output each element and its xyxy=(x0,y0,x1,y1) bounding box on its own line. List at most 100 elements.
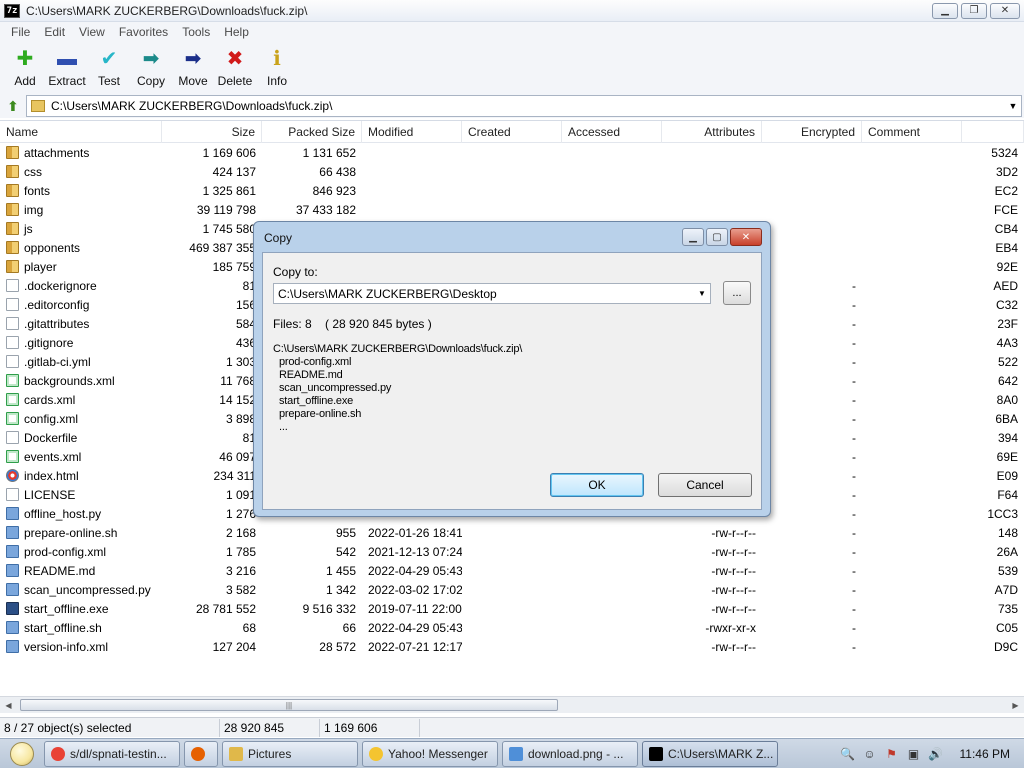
taskbar-button[interactable] xyxy=(184,740,218,767)
column-header-encrypted[interactable]: Encrypted xyxy=(762,120,862,143)
column-header-comment[interactable]: Comment xyxy=(862,120,962,143)
copy-to-value: C:\Users\MARK ZUCKERBERG\Desktop xyxy=(278,286,497,301)
toolbar-move-button[interactable]: ➡ Move xyxy=(172,42,214,94)
ok-button[interactable]: OK xyxy=(550,473,644,497)
script-file-icon xyxy=(6,507,19,520)
horizontal-scrollbar[interactable]: ◀ ||| ▶ xyxy=(0,696,1024,713)
cell-comment xyxy=(862,200,962,219)
window-title: C:\Users\MARK ZUCKERBERG\Downloads\fuck.… xyxy=(26,3,308,18)
cell-size: 1 303 xyxy=(225,354,256,369)
cell-size: 436 xyxy=(235,335,256,350)
toolbar-delete-button[interactable]: ✖ Delete xyxy=(214,42,256,94)
cell-crc: C05 xyxy=(995,620,1018,635)
dialog-close-button[interactable]: ✕ xyxy=(730,228,762,246)
toolbar-test-button[interactable]: ✔ Test xyxy=(88,42,130,94)
cell-comment xyxy=(862,599,962,618)
cancel-button[interactable]: Cancel xyxy=(658,473,752,497)
cell-modified xyxy=(362,162,462,181)
table-row[interactable]: README.md 3 216 1 455 2022-04-29 05:43 -rw-r… xyxy=(0,561,1024,580)
dialog-minimize-button[interactable]: ▁ xyxy=(682,228,704,246)
cell-crc: E09 xyxy=(996,468,1018,483)
network-icon[interactable]: ▣ xyxy=(906,746,922,762)
search-icon[interactable]: 🔍 xyxy=(840,746,856,762)
taskbar-button[interactable]: Pictures xyxy=(222,740,358,767)
column-header-name[interactable]: Name xyxy=(0,120,162,143)
scroll-right-arrow-icon[interactable]: ▶ xyxy=(1007,697,1024,713)
taskbar-button[interactable]: Yahoo! Messenger xyxy=(362,740,498,767)
cell-accessed xyxy=(562,162,662,181)
cell-comment xyxy=(862,333,962,352)
toolbar-label: Delete xyxy=(217,74,253,88)
column-header-created[interactable]: Created xyxy=(462,120,562,143)
table-row[interactable]: img 39 119 798 37 433 182 FCE xyxy=(0,200,1024,219)
cell-packed: 1 342 xyxy=(325,582,356,597)
column-header-extra[interactable] xyxy=(962,120,1024,143)
browse-button[interactable]: ... xyxy=(723,281,751,305)
close-button[interactable]: ✕ xyxy=(990,2,1020,19)
up-folder-button[interactable]: ⬆ xyxy=(0,95,26,117)
clock[interactable]: 11:46 PM xyxy=(960,747,1010,761)
table-row[interactable]: start_offline.exe 28 781 552 9 516 332 2019… xyxy=(0,599,1024,618)
copy-to-combobox[interactable]: C:\Users\MARK ZUCKERBERG\Desktop ▼ xyxy=(273,283,711,304)
minimize-button[interactable]: ▁ xyxy=(932,2,958,19)
toolbar-extract-button[interactable]: ▬ Extract xyxy=(46,42,88,94)
restore-button[interactable]: ❐ xyxy=(961,2,987,19)
scrollbar-thumb[interactable]: ||| xyxy=(20,699,558,711)
column-header-accessed[interactable]: Accessed xyxy=(562,120,662,143)
menu-file[interactable]: File xyxy=(4,25,37,39)
toolbar-copy-button[interactable]: ➡ Copy xyxy=(130,42,172,94)
menu-view[interactable]: View xyxy=(72,25,112,39)
action-center-flag-icon[interactable]: ⚑ xyxy=(884,746,900,762)
cell-name: version-info.xml xyxy=(0,637,162,656)
taskbar-button-label: Pictures xyxy=(248,746,292,761)
cell-created xyxy=(462,599,562,618)
cell-size: 3 216 xyxy=(225,563,256,578)
taskbar-button[interactable]: C:\Users\MARK Z... xyxy=(642,740,778,767)
selected-file-item: README.md xyxy=(279,369,343,381)
folder-icon xyxy=(6,184,19,197)
chevron-down-icon[interactable]: ▼ xyxy=(1005,101,1021,111)
volume-icon[interactable]: 🔊 xyxy=(928,746,944,762)
chevron-down-icon[interactable]: ▼ xyxy=(694,289,710,298)
cell-comment xyxy=(862,637,962,656)
cell-crc: 8A0 xyxy=(996,392,1018,407)
menu-edit[interactable]: Edit xyxy=(37,25,72,39)
menu-favorites[interactable]: Favorites xyxy=(112,25,175,39)
table-row[interactable]: attachments 1 169 606 1 131 652 5324 xyxy=(0,143,1024,162)
table-row[interactable]: prepare-online.sh 2 168 955 2022-01-26 18:4… xyxy=(0,523,1024,542)
status-packed: 1 169 606 xyxy=(320,718,420,737)
table-row[interactable]: fonts 1 325 861 846 923 EC2 xyxy=(0,181,1024,200)
table-row[interactable]: start_offline.sh 68 66 2022-04-29 05:43 -rwx… xyxy=(0,618,1024,637)
menu-help[interactable]: Help xyxy=(217,25,256,39)
cell-encrypted: - xyxy=(852,468,856,483)
column-header-packed-size[interactable]: Packed Size xyxy=(262,120,362,143)
column-header-size[interactable]: Size xyxy=(162,120,262,143)
scroll-left-arrow-icon[interactable]: ◀ xyxy=(0,697,17,713)
table-row[interactable]: css 424 137 66 438 3D2 xyxy=(0,162,1024,181)
taskbar-button[interactable]: download.png - ... xyxy=(502,740,638,767)
start-orb-icon xyxy=(10,741,34,766)
cell-comment xyxy=(862,466,962,485)
file-name: .editorconfig xyxy=(24,297,90,312)
table-row[interactable]: version-info.xml 127 204 28 572 2022-07-21 … xyxy=(0,637,1024,656)
file-icon xyxy=(6,336,19,349)
toolbar-info-button[interactable]: ℹ Info xyxy=(256,42,298,94)
table-row[interactable]: prod-config.xml 1 785 542 2021-12-13 07:24 -… xyxy=(0,542,1024,561)
address-path: C:\Users\MARK ZUCKERBERG\Downloads\fuck.… xyxy=(51,99,333,113)
column-header-modified[interactable]: Modified xyxy=(362,120,462,143)
cell-created xyxy=(462,580,562,599)
dialog-maximize-button[interactable]: ▢ xyxy=(706,228,728,246)
yahoo-messenger-icon xyxy=(369,746,383,761)
menu-tools[interactable]: Tools xyxy=(175,25,217,39)
toolbar-add-button[interactable]: ✚ Add xyxy=(4,42,46,94)
address-field[interactable]: C:\Users\MARK ZUCKERBERG\Downloads\fuck.… xyxy=(26,95,1022,117)
taskbar-button[interactable]: s/dl/spnati-testin... xyxy=(44,740,180,767)
smiley-icon[interactable]: ☺ xyxy=(862,746,878,762)
start-button[interactable] xyxy=(0,739,44,768)
cell-name: backgrounds.xml xyxy=(0,371,162,390)
title-bar: 7z C:\Users\MARK ZUCKERBERG\Downloads\fu… xyxy=(0,0,1024,22)
column-header-attributes[interactable]: Attributes xyxy=(662,120,762,143)
cell-encrypted xyxy=(762,143,862,162)
table-row[interactable]: scan_uncompressed.py 3 582 1 342 2022-03-02… xyxy=(0,580,1024,599)
file-name: opponents xyxy=(24,240,81,255)
